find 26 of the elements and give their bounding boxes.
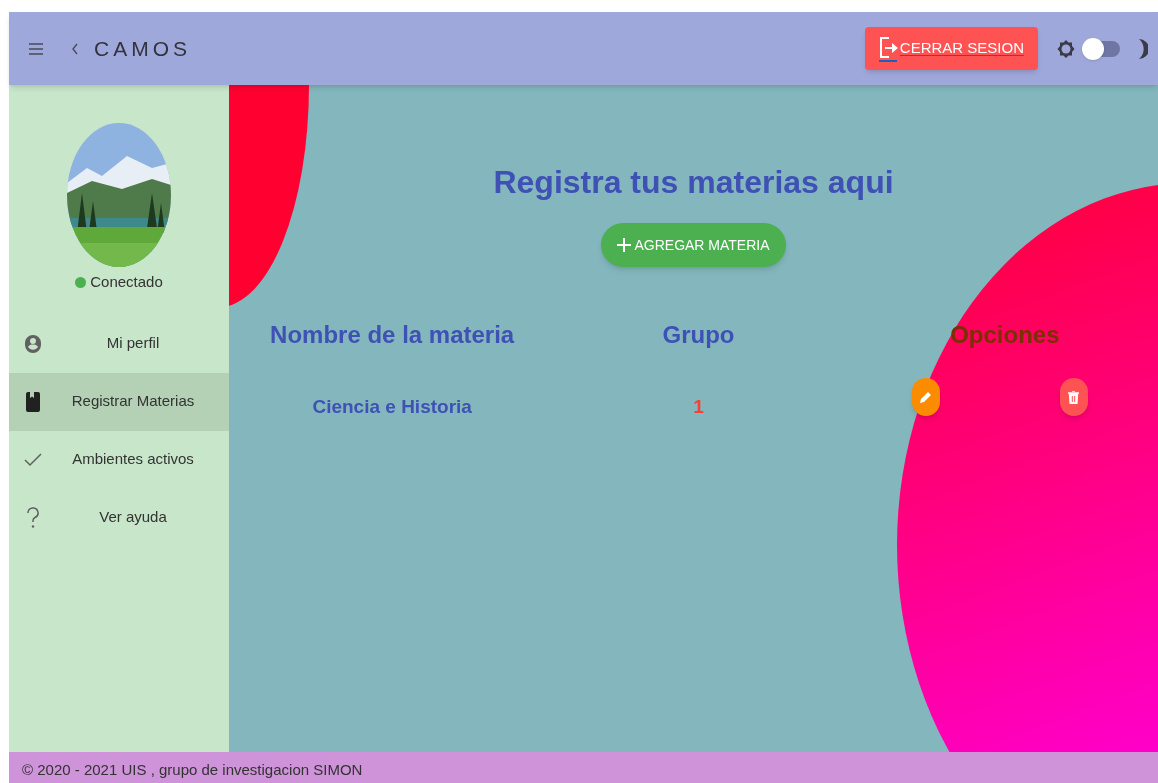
sidebar-item[interactable]: Mi perfil	[9, 314, 229, 373]
table-cell-text: Ciencia e Historia	[312, 394, 472, 419]
column-header: Grupo	[662, 320, 735, 350]
sidebar-item[interactable]: Ver ayuda	[9, 488, 229, 547]
pencil-icon	[919, 390, 933, 404]
column-header: Opciones	[950, 320, 1060, 350]
chevron-left-icon[interactable]	[71, 42, 79, 55]
column-header: Nombre de la materia	[270, 320, 515, 350]
book-icon	[26, 391, 40, 412]
edit-button[interactable]	[911, 378, 940, 416]
table-cell-text: 1	[693, 394, 704, 419]
moon-icon	[1138, 37, 1148, 60]
question-mark-icon	[27, 506, 39, 529]
page-title: Registra tus materias aqui	[493, 163, 894, 202]
sidebar-item[interactable]: Ambientes activos	[9, 430, 229, 489]
check-icon	[24, 452, 42, 467]
footer-text: © 2020 - 2021 UIS , grupo de investigacion SIMON	[22, 760, 363, 781]
status-label: Conectado	[90, 272, 163, 292]
trash-icon	[1068, 390, 1080, 404]
app-title: CAMOS	[94, 35, 191, 62]
plus-icon	[617, 238, 632, 252]
sidebar-item[interactable]: Registrar Materias	[9, 372, 229, 431]
user-icon	[24, 333, 42, 354]
sun-icon	[1056, 38, 1076, 59]
menu-icon[interactable]	[29, 42, 43, 55]
logout-icon	[878, 35, 899, 62]
